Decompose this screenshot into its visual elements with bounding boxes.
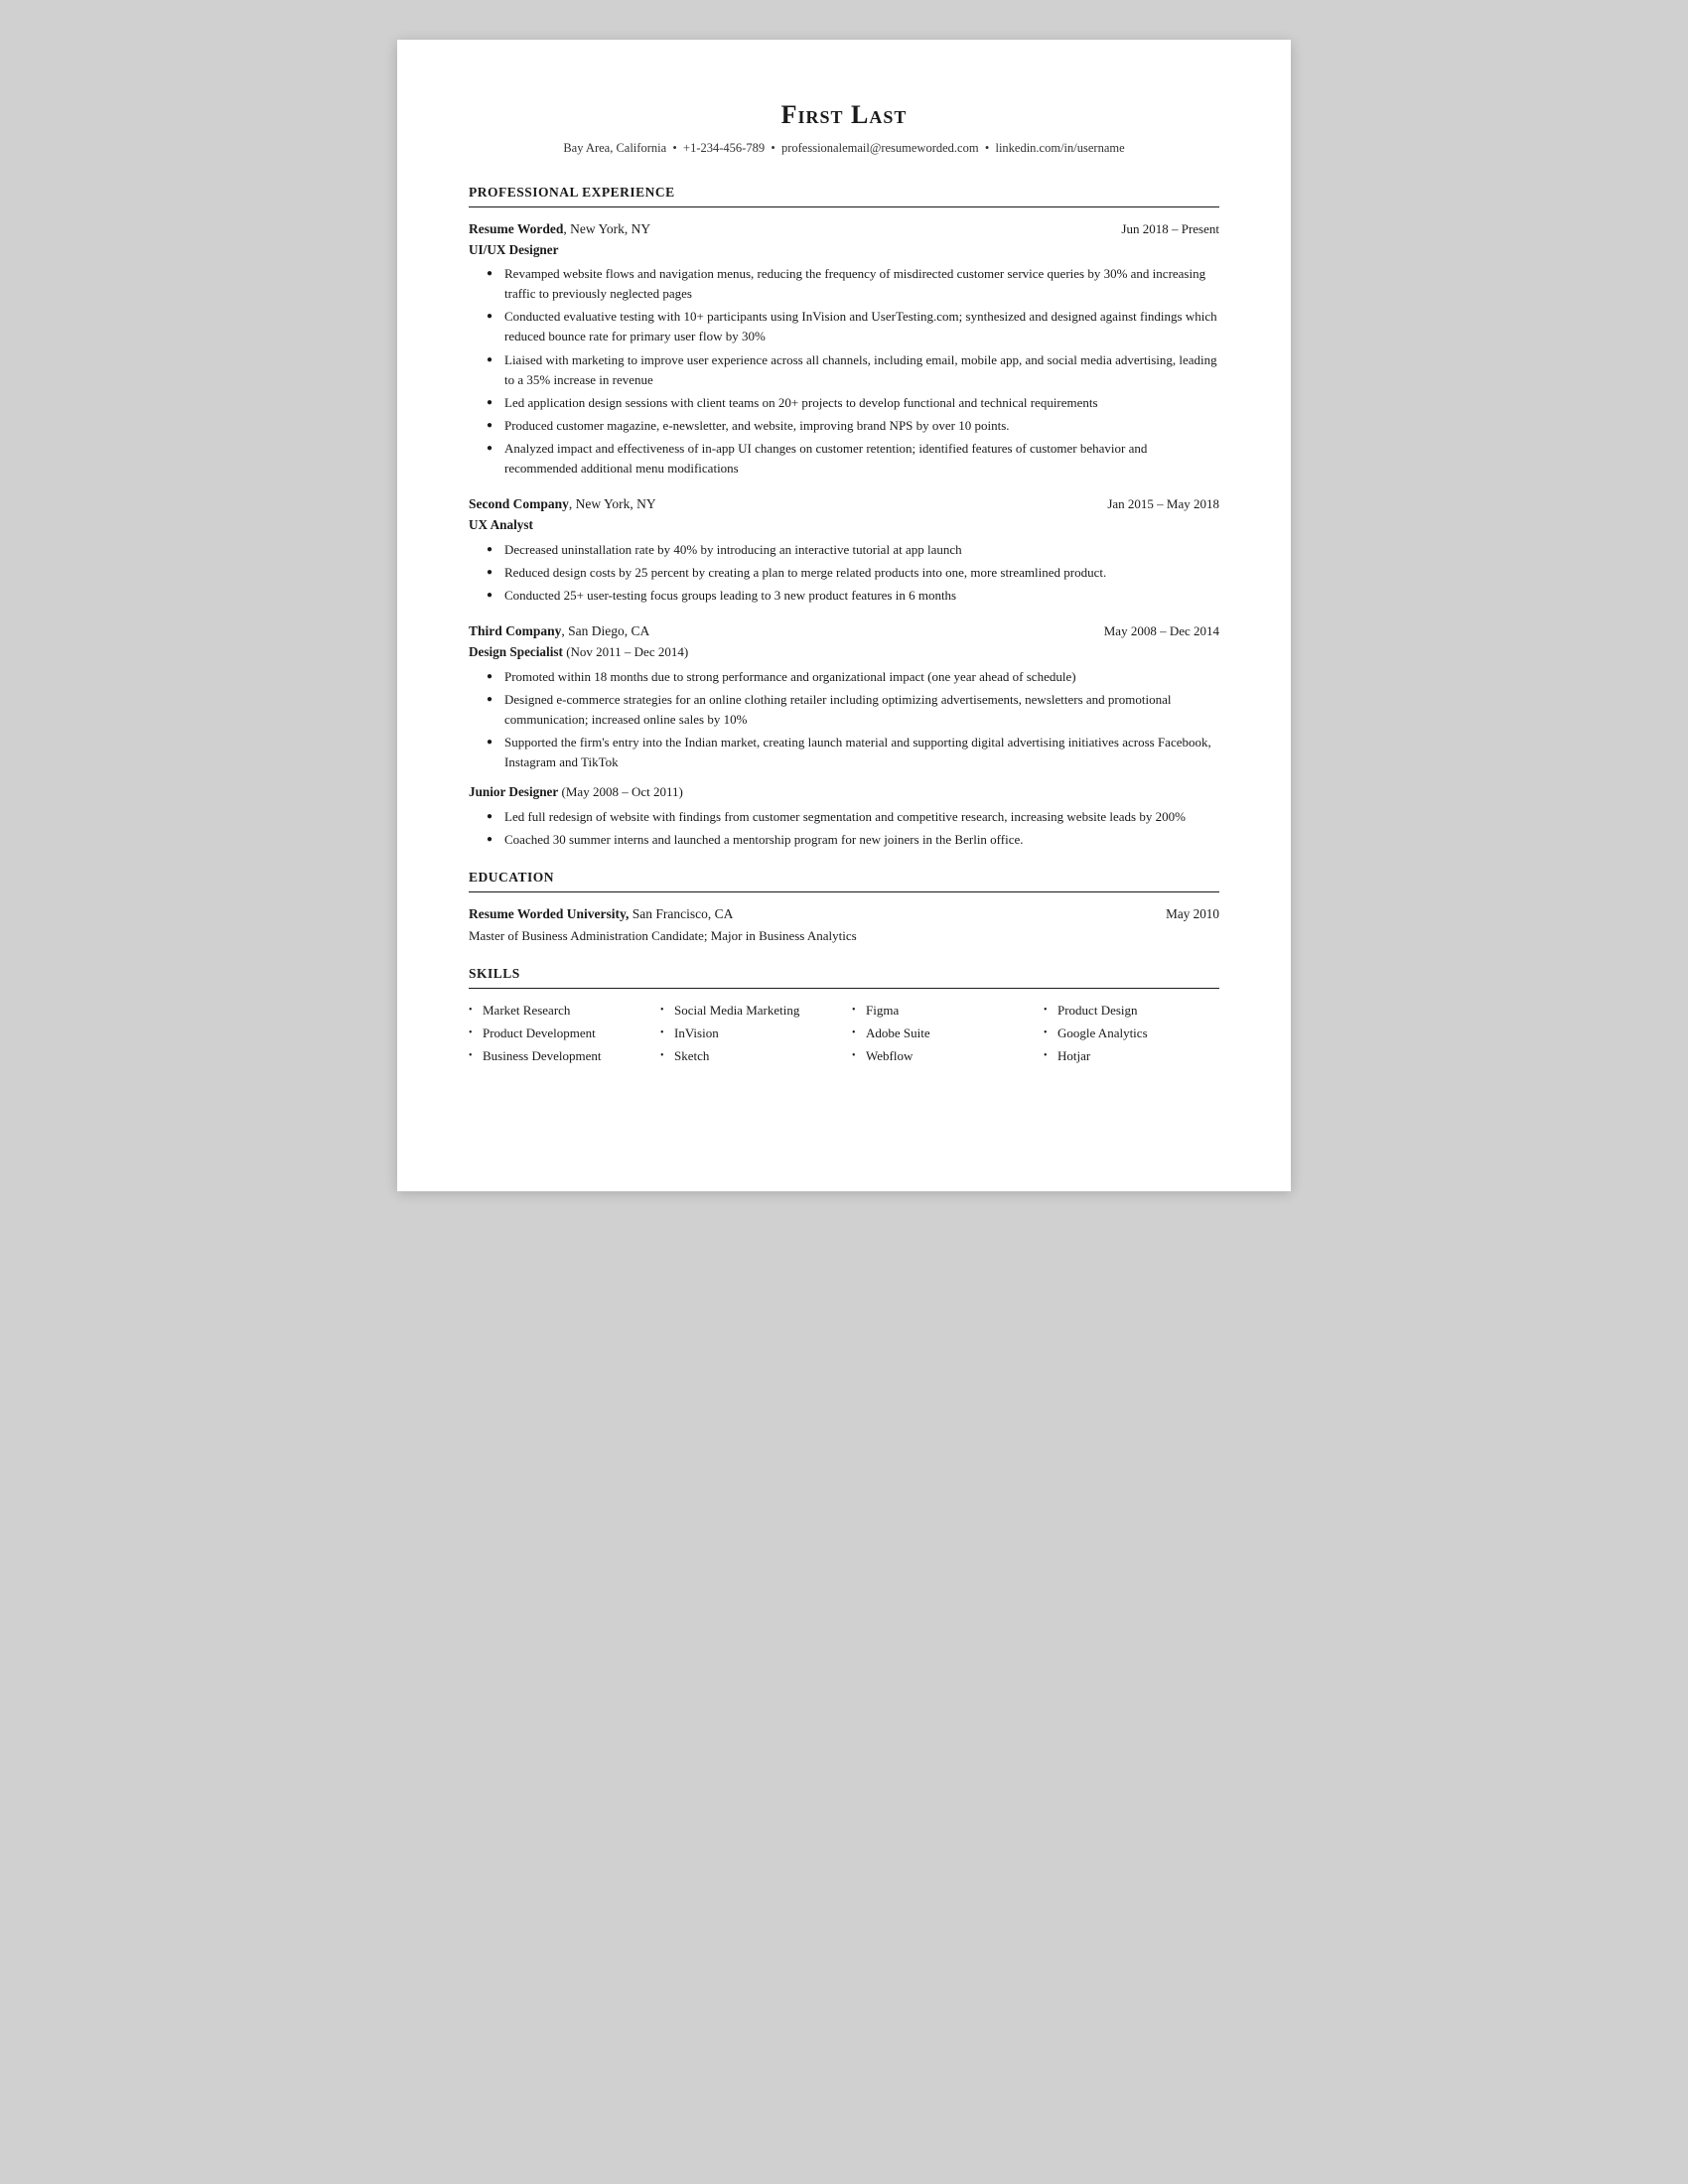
company-name-3: Third Company (469, 623, 561, 638)
skill-item: Market Research (469, 1001, 644, 1021)
job-bullets-2: Decreased uninstallation rate by 40% by … (469, 540, 1219, 606)
bullet-item: Supported the firm's entry into the Indi… (487, 733, 1219, 772)
job-title-3-period: (Nov 2011 – Dec 2014) (566, 644, 688, 659)
skill-item: Social Media Marketing (660, 1001, 836, 1021)
school-location: San Francisco, CA (633, 906, 734, 921)
job-header-2: Second Company, New York, NY Jan 2015 – … (469, 494, 1219, 515)
edu-block-1: Resume Worded University, San Francisco,… (469, 904, 1219, 946)
job-block-3: Third Company, San Diego, CA May 2008 – … (469, 621, 1219, 850)
job-bullets-1: Revamped website flows and navigation me… (469, 264, 1219, 478)
contact-info: Bay Area, California • +1-234-456-789 • … (469, 139, 1219, 158)
bullet-item: Conducted 25+ user-testing focus groups … (487, 586, 1219, 606)
edu-date-1: May 2010 (1166, 904, 1219, 924)
job-bullets-3: Promoted within 18 months due to strong … (469, 667, 1219, 773)
experience-section-title: Professional Experience (469, 183, 1219, 207)
bullet-item: Produced customer magazine, e-newsletter… (487, 416, 1219, 436)
company-location-3: San Diego, CA (568, 623, 649, 638)
bullet-item: Liaised with marketing to improve user e… (487, 350, 1219, 390)
skill-item: Figma (852, 1001, 1028, 1021)
job-header-1: Resume Worded, New York, NY Jun 2018 – P… (469, 219, 1219, 240)
skill-item: Product Development (469, 1024, 644, 1043)
skill-item: Google Analytics (1044, 1024, 1219, 1043)
company-name-2: Second Company (469, 496, 569, 511)
skill-item: InVision (660, 1024, 836, 1043)
job-dates-3: May 2008 – Dec 2014 (1104, 621, 1219, 641)
job-company-2: Second Company, New York, NY (469, 494, 656, 515)
skills-section: Skills Market Research Product Developme… (469, 964, 1219, 1069)
skills-col-4: Product Design Google Analytics Hotjar (1044, 1001, 1219, 1069)
skill-item: Hotjar (1044, 1046, 1219, 1066)
job-title-1: UI/UX Designer (469, 240, 1219, 260)
edu-school-1: Resume Worded University, San Francisco,… (469, 904, 733, 925)
job-title-3-line: Design Specialist (Nov 2011 – Dec 2014) (469, 642, 1219, 662)
company-location-2: New York, NY (576, 496, 656, 511)
sub-job-title-period: (May 2008 – Oct 2011) (562, 784, 683, 799)
email: professionalemail@resumeworded.com (781, 141, 979, 155)
skills-grid: Market Research Product Development Busi… (469, 1001, 1219, 1069)
sub-job-title-line: Junior Designer (May 2008 – Oct 2011) (469, 782, 1219, 802)
bullet-item: Coached 30 summer interns and launched a… (487, 830, 1219, 850)
company-name-1: Resume Worded (469, 221, 563, 236)
job-company-1: Resume Worded, New York, NY (469, 219, 650, 240)
bullet-item: Conducted evaluative testing with 10+ pa… (487, 307, 1219, 346)
job-block-2: Second Company, New York, NY Jan 2015 – … (469, 494, 1219, 606)
bullet-item: Designed e-commerce strategies for an on… (487, 690, 1219, 730)
resume-header: First Last Bay Area, California • +1-234… (469, 95, 1219, 159)
bullet-item: Led full redesign of website with findin… (487, 807, 1219, 827)
phone: +1-234-456-789 (683, 141, 765, 155)
linkedin: linkedin.com/in/username (995, 141, 1124, 155)
bullet-item: Promoted within 18 months due to strong … (487, 667, 1219, 687)
bullet-item: Reduced design costs by 25 percent by cr… (487, 563, 1219, 583)
skill-item: Webflow (852, 1046, 1028, 1066)
edu-header-1: Resume Worded University, San Francisco,… (469, 904, 1219, 925)
job-title-3: Design Specialist (469, 644, 563, 659)
skill-item: Business Development (469, 1046, 644, 1066)
skills-col-3: Figma Adobe Suite Webflow (852, 1001, 1028, 1069)
skill-item: Sketch (660, 1046, 836, 1066)
resume-page: First Last Bay Area, California • +1-234… (397, 40, 1291, 1191)
bullet-item: Decreased uninstallation rate by 40% by … (487, 540, 1219, 560)
skills-col-1: Market Research Product Development Busi… (469, 1001, 644, 1069)
location: Bay Area, California (563, 141, 666, 155)
edu-degree-1: Master of Business Administration Candid… (469, 926, 1219, 946)
experience-section: Professional Experience Resume Worded, N… (469, 183, 1219, 850)
skills-col-2: Social Media Marketing InVision Sketch (660, 1001, 836, 1069)
education-section-title: Education (469, 868, 1219, 892)
education-section: Education Resume Worded University, San … (469, 868, 1219, 946)
skill-item: Product Design (1044, 1001, 1219, 1021)
company-location-1: New York, NY (570, 221, 650, 236)
sub-job-title: Junior Designer (469, 784, 558, 799)
job-block-1: Resume Worded, New York, NY Jun 2018 – P… (469, 219, 1219, 479)
job-header-3: Third Company, San Diego, CA May 2008 – … (469, 621, 1219, 642)
job-dates-2: Jan 2015 – May 2018 (1107, 494, 1219, 514)
skill-item: Adobe Suite (852, 1024, 1028, 1043)
bullet-item: Revamped website flows and navigation me… (487, 264, 1219, 304)
job-company-3: Third Company, San Diego, CA (469, 621, 649, 642)
bullet-item: Analyzed impact and effectiveness of in-… (487, 439, 1219, 478)
bullet-item: Led application design sessions with cli… (487, 393, 1219, 413)
school-name: Resume Worded University, (469, 906, 629, 921)
job-title-2: UX Analyst (469, 515, 1219, 535)
sub-job-bullets-3: Led full redesign of website with findin… (469, 807, 1219, 850)
skills-section-title: Skills (469, 964, 1219, 989)
job-dates-1: Jun 2018 – Present (1121, 219, 1219, 239)
candidate-name: First Last (469, 95, 1219, 135)
